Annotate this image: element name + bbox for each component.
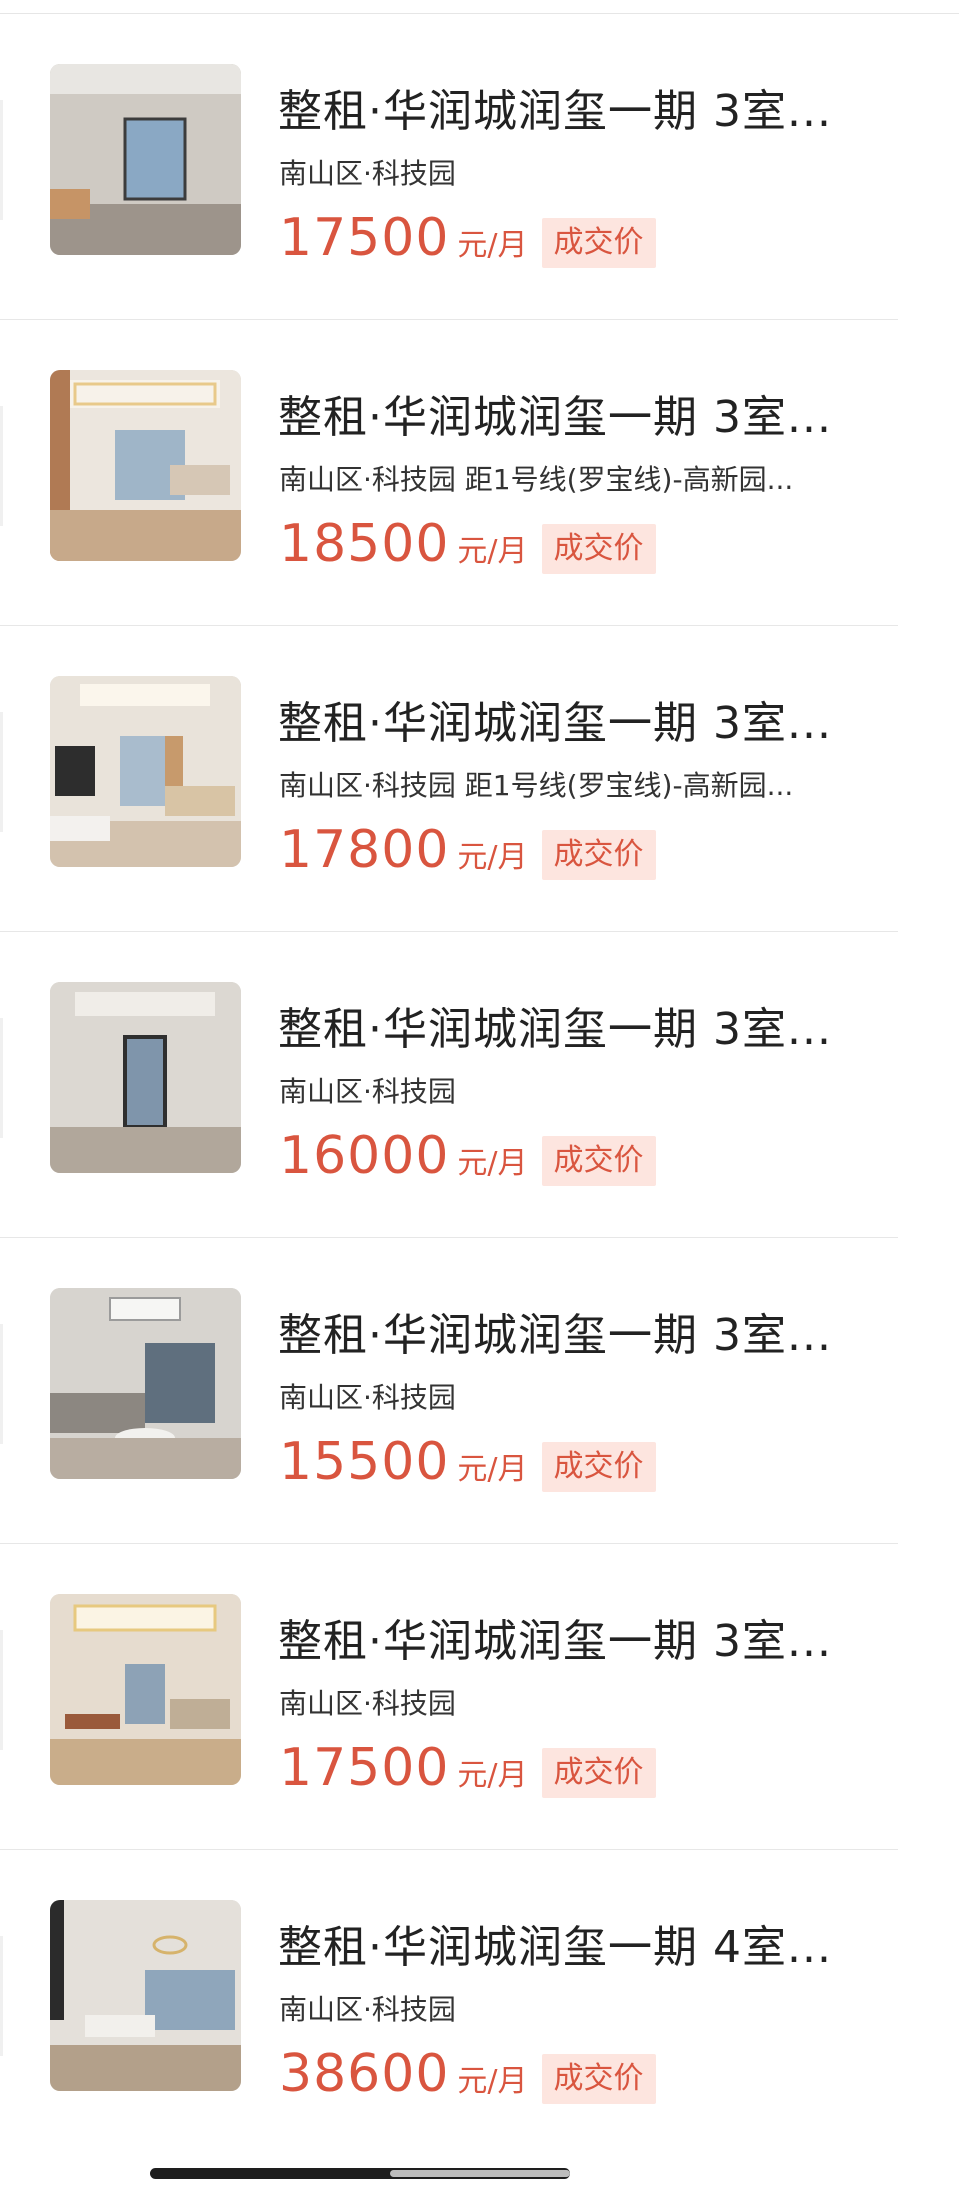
listing-photo[interactable] [50,982,241,1173]
listing-location: 南山区·科技园 [279,157,456,190]
listing-card[interactable]: 整租·华润城润玺一期 3室... 南山区·科技园 距1号线(罗宝线)-高新园..… [0,320,959,626]
listing-card[interactable]: 整租·华润城润玺一期 3室... 南山区·科技园 16000 元/月 成交价 [0,932,959,1238]
listing-location: 南山区·科技园 [279,1075,456,1108]
price-row: 17800 元/月 成交价 [279,818,656,888]
deal-price-badge: 成交价 [541,1748,656,1798]
listing-location: 南山区·科技园 [279,1381,456,1414]
deal-price-badge: 成交价 [541,524,656,574]
deal-price-badge: 成交价 [541,1442,656,1492]
deal-price-badge: 成交价 [541,830,656,880]
listing-location: 南山区·科技园 距1号线(罗宝线)-高新园... [279,463,794,496]
listing-photo[interactable] [50,1288,241,1479]
listing-location: 南山区·科技园 [279,1687,456,1720]
listing-title: 整租·华润城润玺一期 3室... [278,86,832,137]
listing-price: 17800 [279,820,450,880]
price-row: 18500 元/月 成交价 [279,512,656,582]
listing-card[interactable]: 整租·华润城润玺一期 3室... 南山区·科技园 17500 元/月 成交价 [0,1544,959,1850]
price-unit: 元/月 [457,1758,528,1793]
home-indicator-tail [390,2170,570,2177]
listing-title: 整租·华润城润玺一期 3室... [278,1616,832,1667]
price-row: 16000 元/月 成交价 [279,1124,656,1194]
listing-title: 整租·华润城润玺一期 3室... [278,698,832,749]
listing-title: 整租·华润城润玺一期 3室... [278,392,832,443]
price-unit: 元/月 [457,534,528,569]
listing-card[interactable]: 整租·华润城润玺一期 3室... 南山区·科技园 17500 元/月 成交价 [0,14,959,320]
listing-price: 17500 [279,208,450,268]
price-unit: 元/月 [457,1146,528,1181]
listing-price: 17500 [279,1738,450,1798]
listing-card[interactable]: 整租·华润城润玺一期 3室... 南山区·科技园 距1号线(罗宝线)-高新园..… [0,626,959,932]
listing-title: 整租·华润城润玺一期 3室... [278,1004,832,1055]
listing-photo[interactable] [50,370,241,561]
left-edge-marker [0,406,3,526]
listing-title: 整租·华润城润玺一期 4室... [278,1922,832,1973]
left-edge-marker [0,1018,3,1138]
deal-price-badge: 成交价 [541,218,656,268]
price-row: 17500 元/月 成交价 [279,1736,656,1806]
price-unit: 元/月 [457,228,528,263]
price-unit: 元/月 [457,2064,528,2099]
listing-photo[interactable] [50,676,241,867]
listing-price: 15500 [279,1432,450,1492]
left-edge-marker [0,712,3,832]
listing-location: 南山区·科技园 距1号线(罗宝线)-高新园... [279,769,794,802]
deal-price-badge: 成交价 [541,1136,656,1186]
price-row: 15500 元/月 成交价 [279,1430,656,1500]
left-edge-marker [0,1936,3,2056]
listing-price: 38600 [279,2044,450,2104]
price-row: 38600 元/月 成交价 [279,2042,656,2112]
listing-photo[interactable] [50,1900,241,2091]
listing-card[interactable]: 整租·华润城润玺一期 4室... 南山区·科技园 38600 元/月 成交价 [0,1850,959,2150]
listing-photo[interactable] [50,64,241,255]
price-unit: 元/月 [457,840,528,875]
listing-price: 16000 [279,1126,450,1186]
listing-title: 整租·华润城润玺一期 3室... [278,1310,832,1361]
listing-card[interactable]: 整租·华润城润玺一期 3室... 南山区·科技园 15500 元/月 成交价 [0,1238,959,1544]
deal-price-badge: 成交价 [541,2054,656,2104]
listing-price: 18500 [279,514,450,574]
left-edge-marker [0,1324,3,1444]
price-row: 17500 元/月 成交价 [279,206,656,276]
listing-photo[interactable] [50,1594,241,1785]
price-unit: 元/月 [457,1452,528,1487]
left-edge-marker [0,1630,3,1750]
left-edge-marker [0,100,3,220]
listing-location: 南山区·科技园 [279,1993,456,2026]
